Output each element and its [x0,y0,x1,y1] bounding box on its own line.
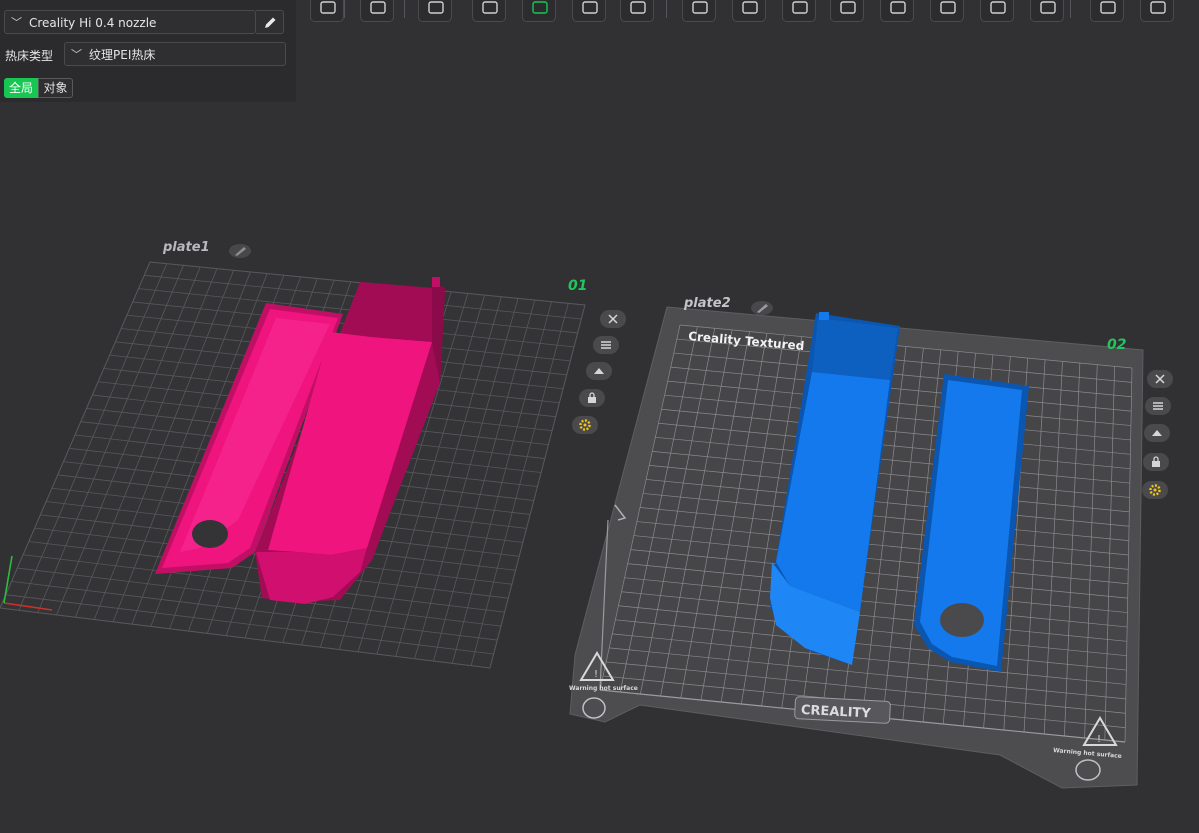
assemble-icon [1100,1,1116,14]
cut-button[interactable] [782,0,816,22]
svg-text:Warning hot surface: Warning hot surface [569,685,638,692]
plate1-lock-button[interactable] [579,389,605,407]
plate1-number: 01 [568,278,587,294]
layer-button[interactable] [830,0,864,22]
arrange-icon [582,1,598,14]
boolean-icon [990,1,1006,14]
plate1-settings-button[interactable] [572,416,598,434]
grid-icon [370,1,386,14]
split-objects-icon [692,1,708,14]
paint-button[interactable] [522,0,556,22]
edit-printer-button[interactable] [256,10,284,34]
svg-text:!: ! [1097,734,1101,745]
main-toolbar [300,0,1199,30]
measure-button[interactable] [1030,0,1064,22]
text-icon [1150,1,1166,14]
arrange-button[interactable] [572,0,606,22]
lock-icon [1152,456,1160,467]
plate1-name: plate1 [162,240,210,255]
seam-icon [890,1,906,14]
plate2-name: plate2 [683,296,731,311]
support-paint-button[interactable] [930,0,964,22]
chevron-down-icon: ﹀ [71,48,82,61]
plate2-rename-icon[interactable] [751,301,773,315]
split-parts-button[interactable] [732,0,766,22]
gear-icon [579,419,591,431]
bed-type-label: 热床类型 [5,49,54,63]
bed-brand-badge: CREALITY [794,696,891,724]
plate2-orient-button[interactable] [1144,424,1170,442]
build-scene[interactable]: plate1 01 plate2 02 Creality Textured CR… [0,0,1199,833]
close-icon [608,314,618,324]
tab-global[interactable]: 全局 [4,78,38,98]
list-icon [601,341,611,349]
bed-type-select[interactable]: ﹀ 纹理PEI热床 [64,42,286,66]
svg-text:!: ! [594,669,598,680]
plate1-orient-button[interactable] [586,362,612,380]
plate2-lock-button[interactable] [1143,453,1169,471]
gear-icon [1149,484,1161,496]
settings-panel: ﹀ Creality Hi 0.4 nozzle 热床类型 ﹀ 纹理PEI热床 … [0,0,296,102]
plate1-remove-button[interactable] [600,310,626,328]
plate2-number: 02 [1107,337,1126,353]
toolbar-separator [344,0,345,18]
seam-button[interactable] [880,0,914,22]
printer-select-value: Creality Hi 0.4 nozzle [29,16,157,30]
layer-icon [840,1,856,14]
orient-icon [594,368,604,374]
close-icon [1155,374,1165,384]
toolbar-separator [666,0,667,18]
lay-on-face-button[interactable] [620,0,654,22]
plate2-arrange-button[interactable] [1145,397,1171,415]
boolean-button[interactable] [980,0,1014,22]
plate1[interactable]: plate1 01 [0,240,587,669]
add-cube-icon [320,1,336,14]
list-icon [1153,402,1163,410]
printer-select[interactable]: ﹀ Creality Hi 0.4 nozzle [4,10,256,34]
bed-type-value: 纹理PEI热床 [89,48,156,62]
assemble-button[interactable] [1090,0,1124,22]
grid-button[interactable] [360,0,394,22]
support-paint-icon [940,1,956,14]
viewport[interactable]: plate1 01 plate2 02 Creality Textured CR… [0,0,1199,833]
lay-on-face-icon [630,1,646,14]
plate2-settings-button[interactable] [1142,481,1168,499]
plate1-arrange-button[interactable] [593,336,619,354]
pencil-icon [265,17,276,28]
rotate-icon [482,1,498,14]
text-button[interactable] [1140,0,1174,22]
paint-icon [532,1,548,14]
rotate-button[interactable] [472,0,506,22]
plate1-rename-icon[interactable] [229,244,251,258]
lock-icon [588,392,596,403]
toolbar-separator [404,0,405,18]
auto-orient-icon [428,1,444,14]
measure-icon [1040,1,1056,14]
tab-object[interactable]: 对象 [38,78,73,98]
plate2-remove-button[interactable] [1147,370,1173,388]
auto-orient-button[interactable] [418,0,452,22]
chevron-down-icon: ﹀ [11,16,22,29]
split-objects-button[interactable] [682,0,716,22]
cut-icon [792,1,808,14]
split-parts-icon [742,1,758,14]
plate2[interactable]: plate2 02 Creality Textured CREALITY ! W… [569,296,1144,789]
orient-icon [1152,430,1162,436]
add-cube-button[interactable] [310,0,344,22]
toolbar-separator [1070,0,1071,18]
